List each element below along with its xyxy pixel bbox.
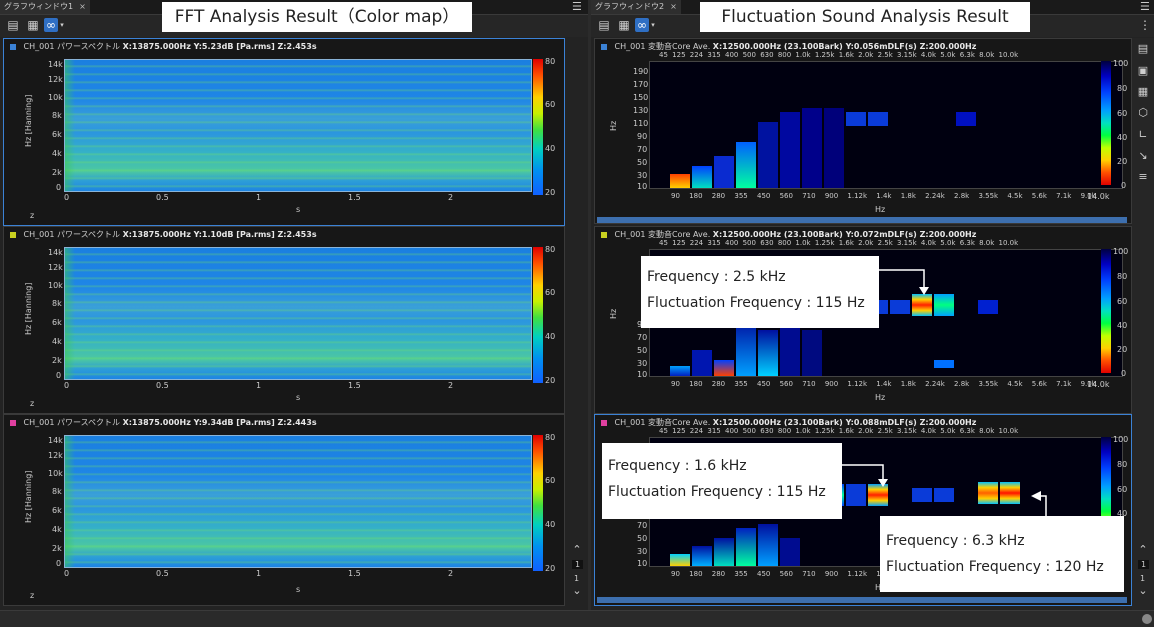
arrow-head <box>919 287 929 295</box>
arrow-line <box>842 464 884 480</box>
arrow-line <box>879 269 925 288</box>
callout-arrows <box>842 269 1047 516</box>
arrow-head <box>1031 491 1041 501</box>
arrow-head <box>878 479 888 487</box>
